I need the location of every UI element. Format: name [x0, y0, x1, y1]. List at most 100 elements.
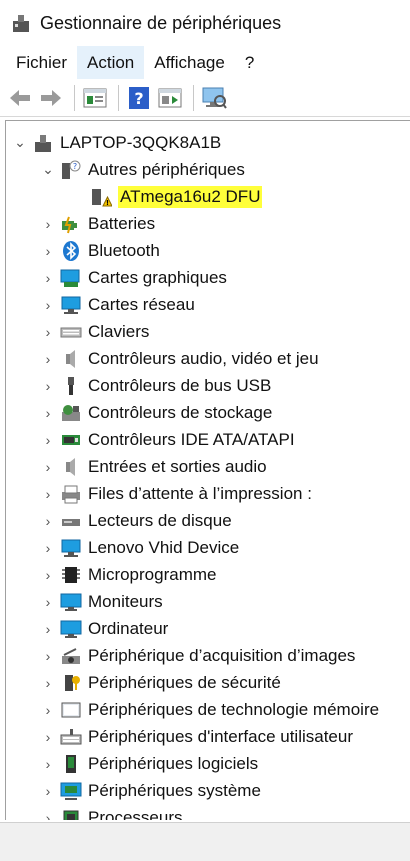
- chevron-right-icon[interactable]: ›: [40, 621, 56, 637]
- battery-icon: [60, 213, 82, 235]
- chevron-down-icon[interactable]: ⌄: [12, 134, 28, 151]
- audio-io-icon: [60, 456, 82, 478]
- tree-item-label: Moniteurs: [88, 591, 163, 611]
- chevron-right-icon[interactable]: ›: [40, 351, 56, 367]
- tree-item-category[interactable]: › Contrôleurs audio, vidéo et jeu: [40, 345, 410, 372]
- tree-item-category[interactable]: › Périphériques de technologie mémoire: [40, 696, 410, 723]
- tree-item-category[interactable]: › Microprogramme: [40, 561, 410, 588]
- properties-button[interactable]: [81, 84, 109, 112]
- tree-item-label: ATmega16u2 DFU: [118, 185, 263, 208]
- tree-item-label: Lecteurs de disque: [88, 510, 232, 530]
- tree-item-label: Périphériques d'interface utilisateur: [88, 726, 354, 746]
- tree-item-category[interactable]: › Lecteurs de disque: [40, 507, 410, 534]
- tree-item-category[interactable]: › Contrôleurs de stockage: [40, 399, 410, 426]
- menu-affichage[interactable]: Affichage: [144, 46, 235, 79]
- tree-item-label: Cartes graphiques: [88, 267, 227, 287]
- tree-item-category[interactable]: › Périphériques de sécurité: [40, 669, 410, 696]
- menu-fichier[interactable]: Fichier: [6, 46, 77, 79]
- processor-icon: [60, 807, 82, 820]
- tree-item-category[interactable]: › Périphériques d'interface utilisateur: [40, 723, 410, 750]
- title-bar: Gestionnaire de périphériques: [0, 0, 410, 46]
- scan-hardware-button[interactable]: [200, 84, 228, 112]
- chevron-right-icon[interactable]: ›: [40, 459, 56, 475]
- svg-text:?: ?: [73, 162, 77, 171]
- tree-item-category[interactable]: › Cartes graphiques: [40, 264, 410, 291]
- tree-item-label: Périphériques de sécurité: [88, 672, 281, 692]
- update-driver-button[interactable]: [156, 84, 184, 112]
- tree-item-category[interactable]: › Périphérique d’acquisition d’images: [40, 642, 410, 669]
- tree-root[interactable]: ⌄ LAPTOP-3QQK8A1B: [12, 129, 410, 156]
- tree-item-category[interactable]: › Entrées et sorties audio: [40, 453, 410, 480]
- chevron-right-icon[interactable]: ›: [40, 783, 56, 799]
- chevron-right-icon[interactable]: ›: [40, 810, 56, 821]
- chevron-right-icon[interactable]: ›: [40, 540, 56, 556]
- tree-item-label: Contrôleurs IDE ATA/ATAPI: [88, 429, 295, 449]
- tree-item-category[interactable]: › Batteries: [40, 210, 410, 237]
- chevron-right-icon[interactable]: ›: [40, 297, 56, 313]
- menu-action[interactable]: Action: [77, 46, 145, 79]
- tree-item-category[interactable]: › Périphériques système: [40, 777, 410, 804]
- chevron-right-icon[interactable]: ›: [40, 648, 56, 664]
- tree-item-category[interactable]: › Bluetooth: [40, 237, 410, 264]
- tree-item-category[interactable]: › Cartes réseau: [40, 291, 410, 318]
- chevron-right-icon[interactable]: ›: [40, 729, 56, 745]
- tree-item-label: Ordinateur: [88, 618, 169, 638]
- chevron-right-icon[interactable]: ›: [40, 216, 56, 232]
- chevron-right-icon[interactable]: ›: [40, 702, 56, 718]
- forward-button[interactable]: [37, 84, 65, 112]
- tree-item-category[interactable]: › Contrôleurs de bus USB: [40, 372, 410, 399]
- properties-icon: [83, 88, 107, 108]
- help-button[interactable]: ?: [125, 84, 153, 112]
- toolbar-separator: [118, 85, 119, 111]
- tree-item-label: Bluetooth: [88, 240, 160, 260]
- tree-item-autres-peripheriques[interactable]: ⌄ ? Autres périphériques: [40, 156, 410, 183]
- tree-item-label: Files d’attente à l’impression :: [88, 483, 312, 503]
- memory-technology-icon: [60, 699, 82, 721]
- chevron-right-icon[interactable]: ›: [40, 513, 56, 529]
- menu-bar: Fichier Action Affichage ?: [0, 46, 410, 79]
- chevron-right-icon[interactable]: ›: [40, 405, 56, 421]
- svg-text:?: ?: [134, 89, 143, 108]
- warning-device-icon: !: [90, 186, 113, 208]
- chevron-down-icon[interactable]: ⌄: [40, 161, 56, 178]
- tree-item-label: Contrôleurs de bus USB: [88, 375, 272, 395]
- lenovo-vhid-icon: [60, 537, 82, 559]
- chevron-right-icon[interactable]: ›: [40, 432, 56, 448]
- tree-item-category[interactable]: › Périphériques logiciels: [40, 750, 410, 777]
- device-tree[interactable]: ⌄ LAPTOP-3QQK8A1B ⌄ ? Autres périphériqu…: [5, 120, 410, 820]
- chevron-right-icon[interactable]: ›: [40, 756, 56, 772]
- tree-item-category[interactable]: › Files d’attente à l’impression :: [40, 480, 410, 507]
- tree-item-label: Lenovo Vhid Device: [88, 537, 240, 557]
- tree-item-label: Entrées et sorties audio: [88, 456, 267, 476]
- chevron-right-icon[interactable]: ›: [40, 324, 56, 340]
- chevron-right-icon[interactable]: ›: [40, 567, 56, 583]
- chevron-right-icon[interactable]: ›: [40, 378, 56, 394]
- chevron-right-icon[interactable]: ›: [40, 486, 56, 502]
- chevron-right-icon[interactable]: ›: [40, 594, 56, 610]
- tree-item-label: Cartes réseau: [88, 294, 195, 314]
- toolbar: ?: [0, 80, 410, 117]
- device-manager-icon: [10, 12, 32, 34]
- toolbar-separator: [74, 85, 75, 111]
- security-device-icon: [60, 672, 82, 694]
- chevron-right-icon[interactable]: ›: [40, 243, 56, 259]
- computer-icon: [32, 132, 54, 154]
- tree-root-label: LAPTOP-3QQK8A1B: [60, 132, 222, 152]
- tree-item-atmega16u2-dfu[interactable]: ! ATmega16u2 DFU: [90, 183, 410, 210]
- scan-hardware-icon: [202, 87, 227, 109]
- tree-item-category[interactable]: › Lenovo Vhid Device: [40, 534, 410, 561]
- speaker-icon: [60, 348, 82, 370]
- chevron-right-icon[interactable]: ›: [40, 270, 56, 286]
- tree-item-label: Batteries: [88, 213, 156, 233]
- back-button[interactable]: [6, 84, 34, 112]
- toolbar-separator: [193, 85, 194, 111]
- tree-item-category[interactable]: › Claviers: [40, 318, 410, 345]
- tree-item-category[interactable]: › Processeurs: [40, 804, 410, 820]
- tree-item-label: Périphérique d’acquisition d’images: [88, 645, 356, 665]
- tree-item-category[interactable]: › Moniteurs: [40, 588, 410, 615]
- chevron-right-icon[interactable]: ›: [40, 675, 56, 691]
- menu-help[interactable]: ?: [235, 46, 264, 79]
- tree-item-label: Contrôleurs de stockage: [88, 402, 273, 422]
- tree-item-category[interactable]: › Ordinateur: [40, 615, 410, 642]
- tree-item-category[interactable]: › Contrôleurs IDE ATA/ATAPI: [40, 426, 410, 453]
